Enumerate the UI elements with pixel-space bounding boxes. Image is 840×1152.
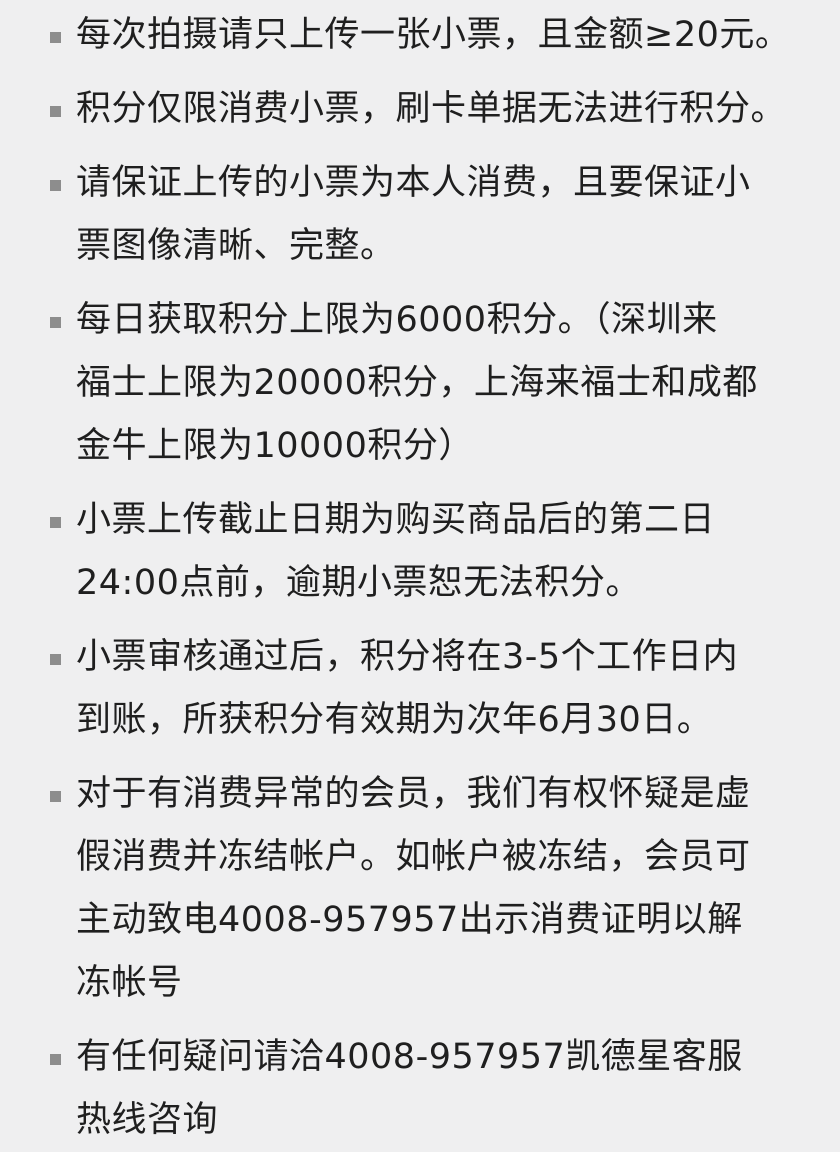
rule-item-8: 有任何疑问请洽4008-957957凯德星客服 热线咨询 bbox=[46, 1026, 810, 1152]
square-bullet-icon bbox=[50, 106, 61, 117]
rule-text-line: 小票上传截止日期为购买商品后的第二日 bbox=[76, 500, 716, 540]
rule-text-line: 对于有消费异常的会员，我们有权怀疑是虚 bbox=[76, 774, 751, 814]
rule-text-line: 福士上限为20000积分，上海来福士和成都 bbox=[76, 363, 758, 403]
rule-text-line: 每日获取积分上限为6000积分。（深圳来 bbox=[76, 300, 718, 340]
rule-text-line: 金牛上限为10000积分） bbox=[76, 426, 474, 466]
rule-item-2: 积分仅限消费小票，刷卡单据无法进行积分。 bbox=[46, 78, 810, 141]
rule-item-4: 每日获取积分上限为6000积分。（深圳来 福士上限为20000积分，上海来福士和… bbox=[46, 289, 810, 478]
rule-item-5: 小票上传截止日期为购买商品后的第二日 24:00点前，逾期小票恕无法积分。 bbox=[46, 489, 810, 615]
rule-text-line: 每次拍摄请只上传一张小票，且金额≥20元。 bbox=[76, 15, 791, 55]
rule-item-6: 小票审核通过后，积分将在3-5个工作日内 到账，所获积分有效期为次年6月30日。 bbox=[46, 626, 810, 752]
rule-text-line: 冻帐号 bbox=[76, 963, 183, 1003]
rule-text-line: 热线咨询 bbox=[76, 1100, 219, 1140]
square-bullet-icon bbox=[50, 517, 61, 528]
rule-item-7: 对于有消费异常的会员，我们有权怀疑是虚 假消费并冻结帐户。如帐户被冻结，会员可 … bbox=[46, 763, 810, 1015]
rule-text-line: 请保证上传的小票为本人消费，且要保证小 bbox=[76, 163, 751, 203]
rule-item-1: 每次拍摄请只上传一张小票，且金额≥20元。 bbox=[46, 4, 810, 67]
square-bullet-icon bbox=[50, 1054, 61, 1065]
rule-text-line: 到账，所获积分有效期为次年6月30日。 bbox=[76, 700, 713, 740]
rule-text-line: 小票审核通过后，积分将在3-5个工作日内 bbox=[76, 637, 739, 677]
rules-list: 每次拍摄请只上传一张小票，且金额≥20元。 积分仅限消费小票，刷卡单据无法进行积… bbox=[0, 0, 840, 1152]
square-bullet-icon bbox=[50, 180, 61, 191]
square-bullet-icon bbox=[50, 654, 61, 665]
rule-text-line: 有任何疑问请洽4008-957957凯德星客服 bbox=[76, 1037, 743, 1077]
rule-text-line: 主动致电4008-957957出示消费证明以解 bbox=[76, 900, 743, 940]
square-bullet-icon bbox=[50, 32, 61, 43]
square-bullet-icon bbox=[50, 791, 61, 802]
square-bullet-icon bbox=[50, 317, 61, 328]
rule-text-line: 票图像清晰、完整。 bbox=[76, 226, 396, 266]
rule-text-line: 24:00点前，逾期小票恕无法积分。 bbox=[76, 563, 641, 603]
rule-text-line: 假消费并冻结帐户。如帐户被冻结，会员可 bbox=[76, 837, 751, 877]
rule-text-line: 积分仅限消费小票，刷卡单据无法进行积分。 bbox=[76, 89, 787, 129]
rule-item-3: 请保证上传的小票为本人消费，且要保证小 票图像清晰、完整。 bbox=[46, 152, 810, 278]
